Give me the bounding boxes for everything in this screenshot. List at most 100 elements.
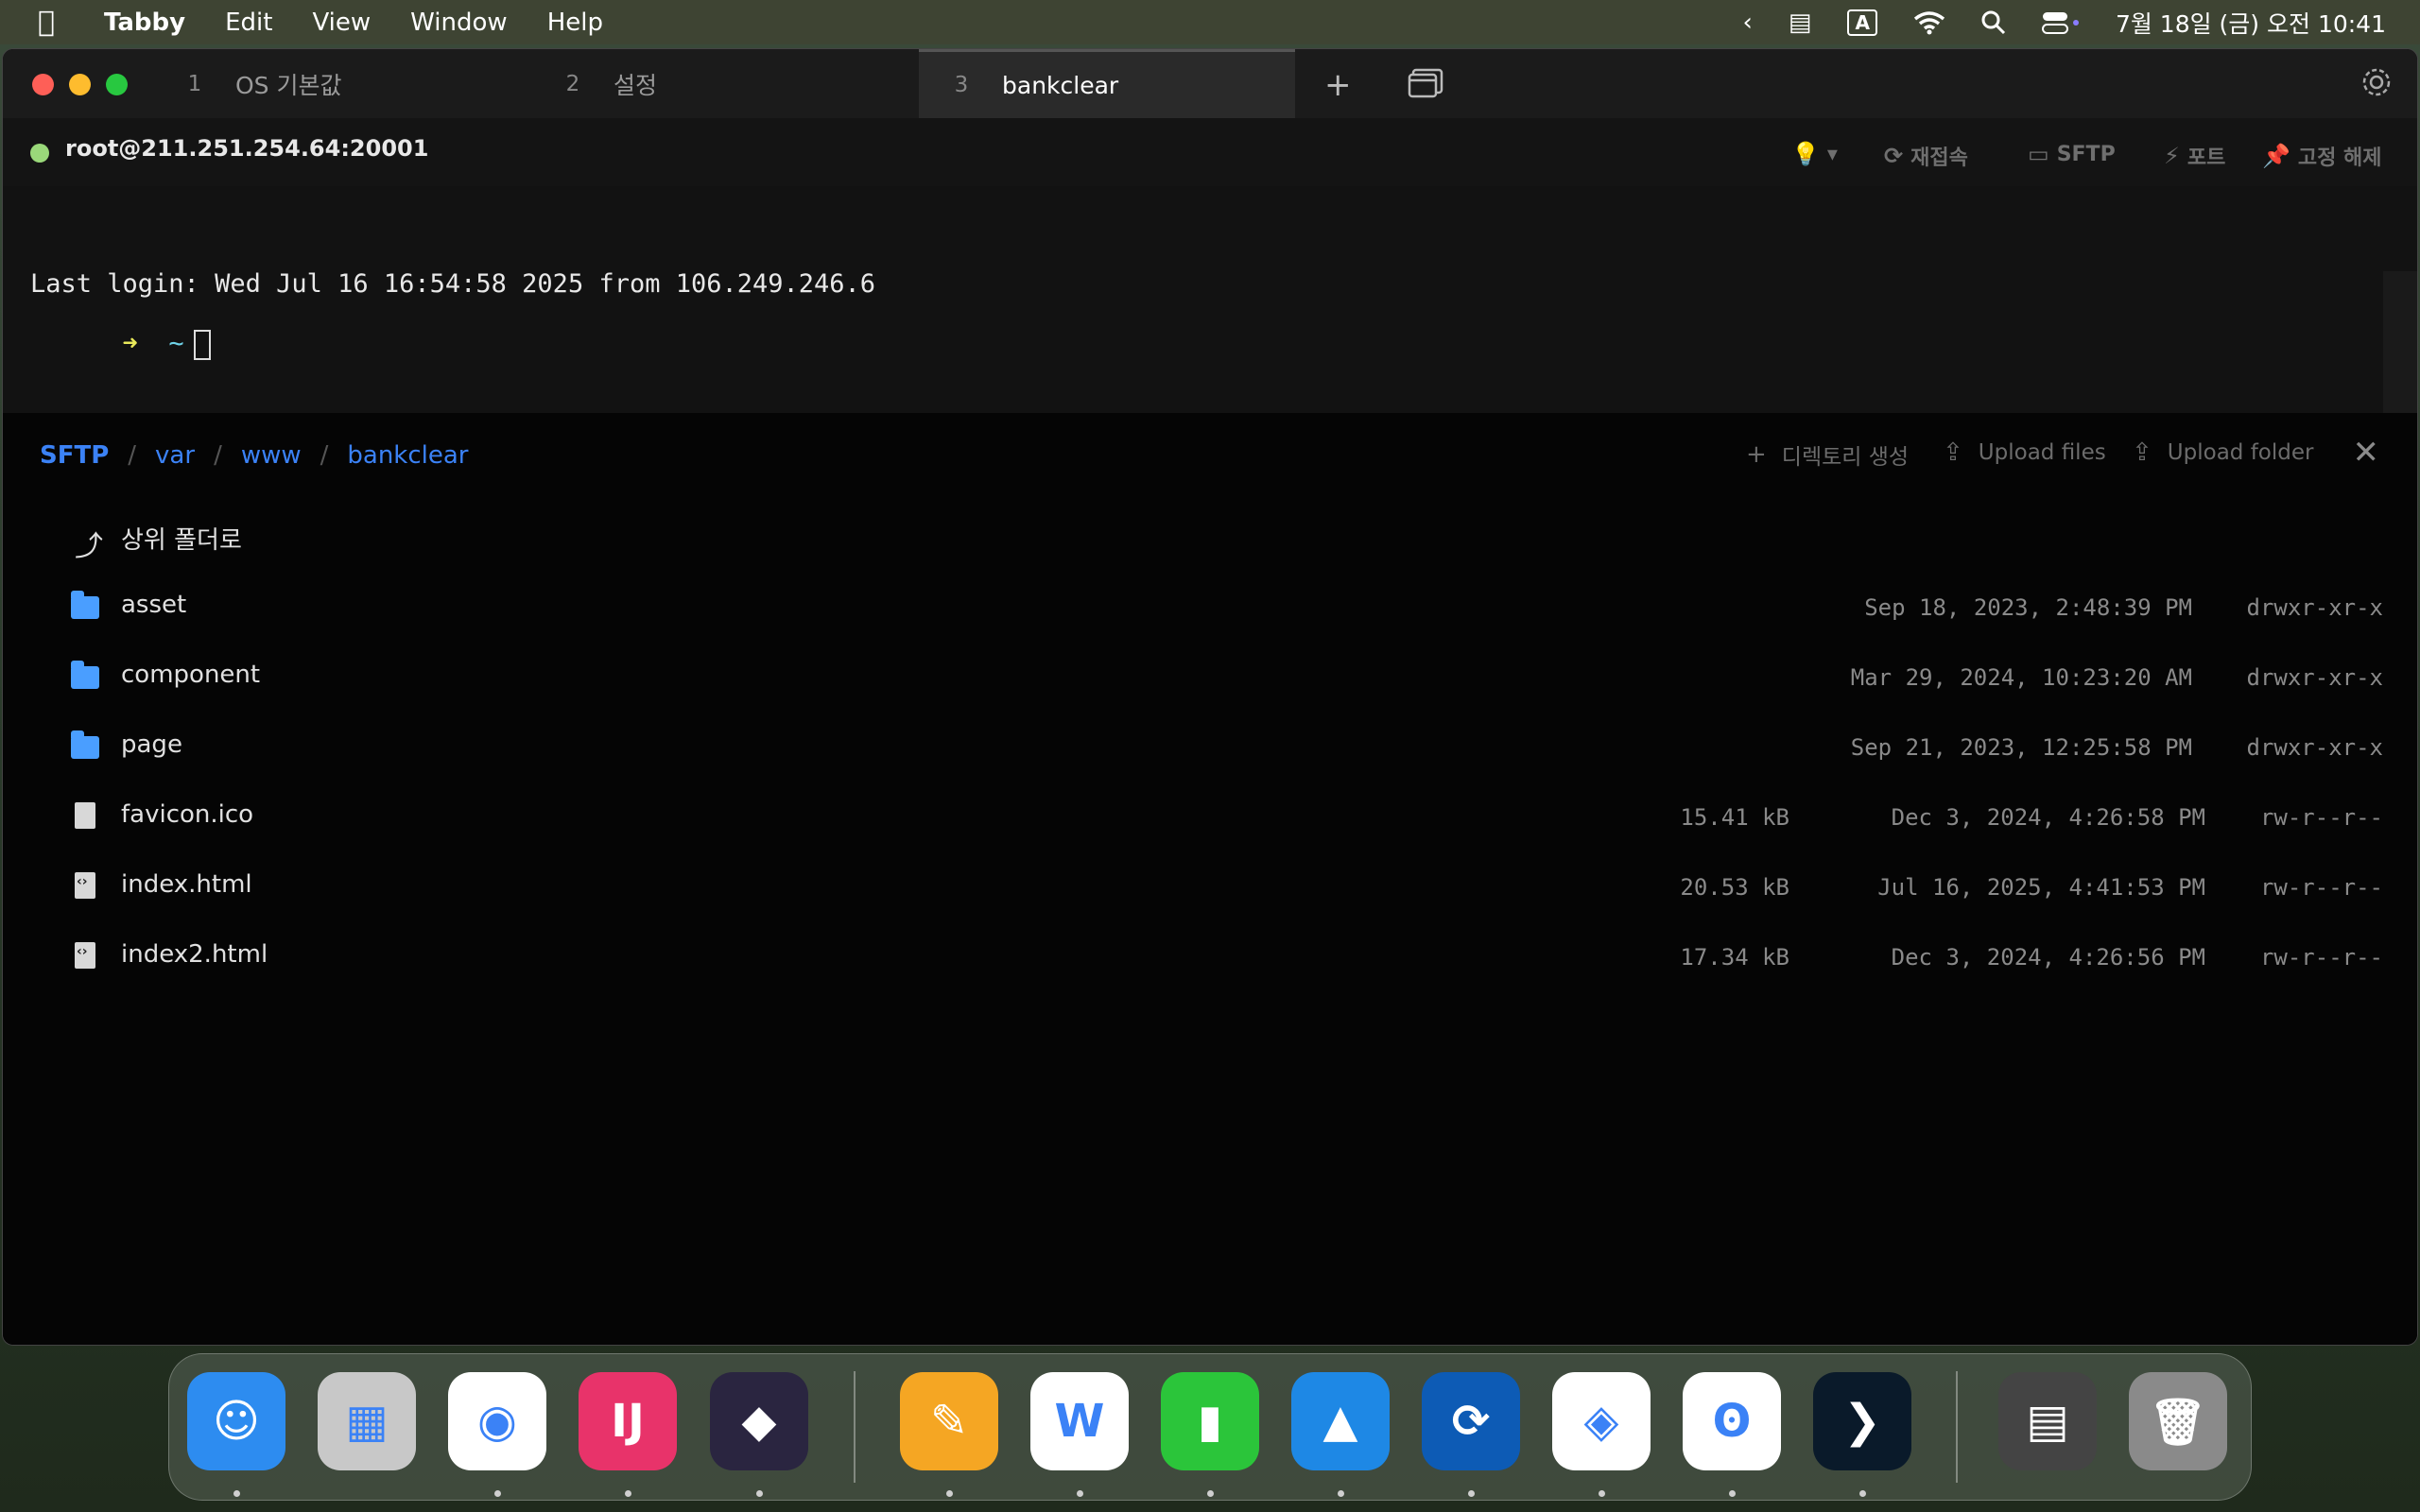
- chevron-left-icon[interactable]: ‹: [1742, 9, 1752, 37]
- file-size: 15.41 kB: [1680, 804, 1789, 831]
- tab-label: 설정: [614, 71, 658, 99]
- file-permissions: drwxr-xr-x: [2246, 734, 2384, 761]
- time-machine-icon[interactable]: ⟳: [1422, 1372, 1520, 1470]
- folder-icon: [71, 591, 105, 623]
- minimize-window-button[interactable]: [69, 74, 91, 95]
- file-row[interactable]: favicon.ico 15.41 kB Dec 3, 2024, 4:26:5…: [3, 783, 2417, 851]
- apple-menu-icon[interactable]: : [38, 6, 76, 39]
- file-permissions: rw-r--r--: [2259, 944, 2383, 971]
- zoom-window-button[interactable]: [106, 74, 128, 95]
- reload-icon: ⟳: [1884, 143, 1904, 169]
- file-name: index2.html: [121, 940, 268, 969]
- file-permissions: drwxr-xr-x: [2246, 664, 2384, 691]
- terminal-pane[interactable]: Last login: Wed Jul 16 16:54:58 2025 fro…: [3, 186, 2417, 413]
- tab-settings[interactable]: 2 설정: [561, 49, 920, 118]
- tabby-window: 1 OS 기본값 2 설정 3 bankclear + root@211.251…: [2, 48, 2418, 1346]
- sftp-button[interactable]: ▭ SFTP: [2028, 141, 2116, 167]
- input-source-icon[interactable]: A: [1847, 9, 1877, 36]
- tab-bankclear[interactable]: 3 bankclear: [919, 49, 1295, 118]
- settings-gear-icon[interactable]: [2360, 66, 2393, 107]
- file-date: Jul 16, 2025, 4:41:53 PM: [1877, 874, 2205, 901]
- running-indicator: [946, 1490, 953, 1497]
- chrome-icon[interactable]: ◉: [448, 1372, 546, 1470]
- file-row[interactable]: asset Sep 18, 2023, 2:48:39 PM drwxr-xr-…: [3, 574, 2417, 642]
- upload-folder-button[interactable]: ⇪ Upload folder: [2132, 438, 2313, 467]
- upload-files-button[interactable]: ⇪ Upload files: [1943, 438, 2106, 467]
- menu-bar:  Tabby Edit View Window Help ‹ ▤ A 7월 1…: [0, 0, 2420, 44]
- running-indicator: [1859, 1490, 1866, 1497]
- menu-window[interactable]: Window: [410, 9, 508, 37]
- intellij-icon[interactable]: IJ: [579, 1372, 677, 1470]
- breadcrumb-www[interactable]: www: [241, 441, 302, 470]
- running-indicator: [1729, 1490, 1736, 1497]
- chevron-down-icon: ▾: [1826, 142, 1838, 166]
- unpin-button[interactable]: 📌 고정 해제: [2262, 141, 2382, 171]
- upload-icon: ⇪: [1943, 438, 1963, 467]
- running-indicator: [1077, 1490, 1083, 1497]
- running-indicator: [494, 1490, 501, 1497]
- dbeaver-icon[interactable]: ʘ: [1683, 1372, 1781, 1470]
- launchpad-icon[interactable]: ▦: [318, 1372, 416, 1470]
- pages-icon[interactable]: ✎: [900, 1372, 998, 1470]
- terminal-app-icon[interactable]: ❯: [1813, 1372, 1911, 1470]
- menu-edit[interactable]: Edit: [225, 9, 272, 37]
- plus-icon: +: [1746, 440, 1767, 469]
- naver-works-icon[interactable]: ◈: [1552, 1372, 1651, 1470]
- breadcrumb-root[interactable]: SFTP: [40, 441, 109, 470]
- file-row[interactable]: index.html 20.53 kB Jul 16, 2025, 4:41:5…: [3, 853, 2417, 921]
- create-directory-label: 디렉토리 생성: [1781, 445, 1910, 470]
- upload-files-label: Upload files: [1978, 440, 2106, 465]
- close-window-button[interactable]: [32, 74, 54, 95]
- reconnect-button[interactable]: ⟳ 재접속: [1884, 141, 1968, 171]
- breadcrumb-var[interactable]: var: [155, 441, 195, 470]
- profiles-window-icon[interactable]: [1408, 68, 1443, 107]
- obsidian-icon[interactable]: ◆: [710, 1372, 808, 1470]
- finder-icon[interactable]: ☺: [187, 1372, 285, 1470]
- lightbulb-dropdown-button[interactable]: 💡 ▾: [1791, 141, 1838, 167]
- naver-whale-icon[interactable]: W: [1030, 1372, 1129, 1470]
- menu-app-name[interactable]: Tabby: [104, 9, 185, 37]
- file-permissions: rw-r--r--: [2259, 874, 2383, 901]
- breadcrumb-bankclear[interactable]: bankclear: [347, 441, 468, 470]
- dock-separator: [1956, 1371, 1958, 1483]
- close-sftp-icon[interactable]: ✕: [2353, 434, 2380, 472]
- new-tab-plus-icon[interactable]: +: [1324, 66, 1352, 104]
- parent-folder-row[interactable]: ⤴ 상위 폴더로: [3, 504, 2417, 572]
- running-indicator: [1468, 1490, 1475, 1497]
- menu-help[interactable]: Help: [547, 9, 603, 37]
- prompt-directory: ~: [168, 329, 184, 358]
- file-date: Dec 3, 2024, 4:26:56 PM: [1891, 944, 2205, 971]
- terminal-login-line: Last login: Wed Jul 16 16:54:58 2025 fro…: [30, 269, 876, 299]
- menu-view[interactable]: View: [312, 9, 371, 37]
- keyboard-icon[interactable]: ▤: [1789, 9, 1812, 37]
- ports-button[interactable]: ⚡ 포트: [2164, 141, 2225, 171]
- create-directory-button[interactable]: + 디렉토리 생성: [1746, 438, 1909, 471]
- file-row[interactable]: component Mar 29, 2024, 10:23:20 AM drwx…: [3, 644, 2417, 712]
- breadcrumb-separator: /: [214, 441, 222, 470]
- running-indicator: [625, 1490, 631, 1497]
- tab-label: bankclear: [1002, 71, 1119, 99]
- folder-icon: [71, 661, 105, 693]
- terminal-cursor: [193, 329, 211, 360]
- plug-icon: ⚡: [2164, 143, 2180, 169]
- running-indicator: [233, 1490, 240, 1497]
- menubar-clock[interactable]: 7월 18일 (금) 오전 10:41: [2116, 6, 2386, 40]
- folder-open-icon: ▭: [2028, 141, 2049, 167]
- input-source-label: A: [1847, 9, 1877, 36]
- keynote-icon[interactable]: ▲: [1291, 1372, 1390, 1470]
- arrow-up-icon: ⤴: [75, 530, 103, 563]
- trash-icon[interactable]: 🗑: [2129, 1372, 2227, 1470]
- wifi-icon[interactable]: [1913, 10, 1945, 35]
- file-size: 17.34 kB: [1680, 944, 1789, 971]
- file-row[interactable]: page Sep 21, 2023, 12:25:58 PM drwxr-xr-…: [3, 713, 2417, 782]
- terminal-scrollbar[interactable]: [2383, 271, 2417, 413]
- file-row[interactable]: index2.html 17.34 kB Dec 3, 2024, 4:26:5…: [3, 923, 2417, 991]
- spotlight-search-icon[interactable]: [1981, 10, 2006, 35]
- file-date: Dec 3, 2024, 4:26:58 PM: [1891, 804, 2205, 831]
- preview-window-icon[interactable]: ▤: [1998, 1372, 2097, 1470]
- control-center-icon[interactable]: [2041, 10, 2080, 35]
- numbers-icon[interactable]: ▮: [1161, 1372, 1259, 1470]
- running-indicator: [1599, 1490, 1605, 1497]
- code-file-icon: [71, 872, 105, 902]
- tab-os-default[interactable]: 1 OS 기본값: [182, 49, 542, 118]
